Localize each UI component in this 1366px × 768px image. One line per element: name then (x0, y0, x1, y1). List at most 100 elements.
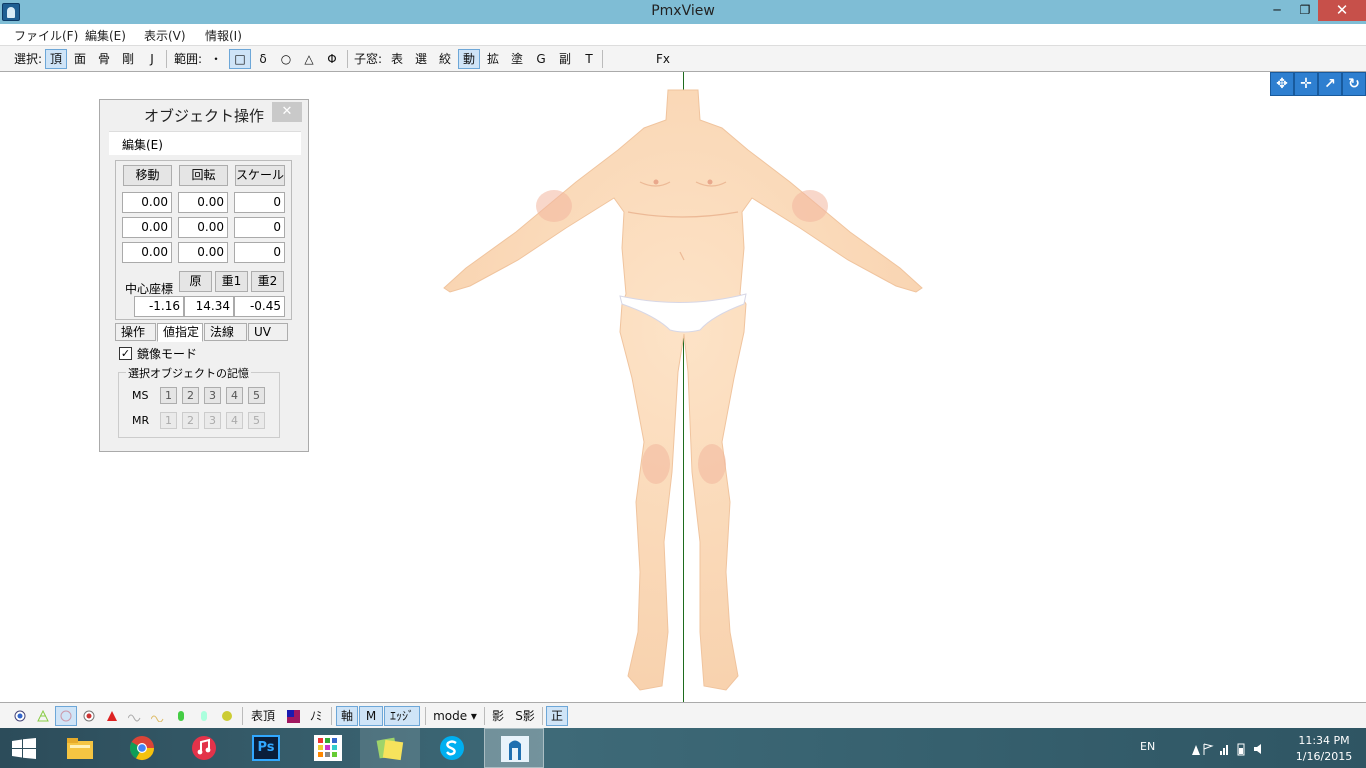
ms-slot-1[interactable]: 1 (160, 387, 177, 404)
taskbar-sticky-notes[interactable] (360, 728, 420, 768)
range-box-button[interactable]: □ (229, 49, 251, 69)
show-normal-icon[interactable] (194, 706, 214, 726)
select-face-button[interactable]: 面 (69, 49, 91, 69)
color-swatch-icon[interactable] (283, 706, 303, 726)
center-origin-button[interactable]: 原 (179, 271, 212, 292)
mr-slot-1[interactable]: 1 (160, 412, 177, 429)
center-gravity2-button[interactable]: 重2 (251, 271, 284, 292)
ms-slot-2[interactable]: 2 (182, 387, 199, 404)
mr-slot-2[interactable]: 2 (182, 412, 199, 429)
scale-y-field[interactable]: 0 (234, 217, 285, 238)
input-language[interactable]: EN (1140, 740, 1155, 753)
front-view-button[interactable]: 正 (546, 706, 568, 726)
show-mesh-icon[interactable] (33, 706, 53, 726)
child-t-button[interactable]: T (578, 49, 600, 69)
panel-menu-edit[interactable]: 編集(E) (122, 136, 163, 153)
center-gravity1-button[interactable]: 重1 (215, 271, 248, 292)
move-all-icon[interactable]: ✛ (1294, 72, 1318, 96)
scale-button[interactable]: スケール (235, 165, 285, 186)
tab-operation[interactable]: 操作 (115, 323, 156, 341)
range-delta-button[interactable]: δ (252, 49, 274, 69)
move-y-field[interactable]: 0.00 (122, 217, 172, 238)
child-filter-button[interactable]: 絞 (434, 49, 456, 69)
mr-slot-5[interactable]: 5 (248, 412, 265, 429)
restore-button[interactable]: ❐ (1292, 0, 1318, 21)
self-shadow-toggle-button[interactable]: S影 (512, 706, 538, 726)
range-point-button[interactable]: ・ (205, 49, 227, 69)
material-toggle-button[interactable]: M (359, 706, 383, 726)
start-button[interactable] (0, 728, 50, 768)
child-sub-button[interactable]: 副 (554, 49, 576, 69)
tab-normal[interactable]: 法線 (204, 323, 247, 341)
mirror-mode-checkbox[interactable]: ✓ (119, 347, 132, 360)
show-morph-icon[interactable] (171, 706, 191, 726)
ms-slot-5[interactable]: 5 (248, 387, 265, 404)
move-button[interactable]: 移動 (123, 165, 172, 186)
close-button[interactable]: ✕ (1318, 0, 1366, 21)
show-vertex-icon[interactable] (10, 706, 30, 726)
rotate-button[interactable]: 回転 (179, 165, 228, 186)
system-tray-icons[interactable] (1190, 741, 1270, 760)
show-soft-icon[interactable] (148, 706, 168, 726)
rotate-y-field[interactable]: 0.00 (178, 217, 228, 238)
menu-edit[interactable]: 編集(E) (85, 27, 126, 44)
taskbar-itunes[interactable] (174, 728, 234, 768)
ms-slot-3[interactable]: 3 (204, 387, 221, 404)
child-paint-button[interactable]: 塗 (506, 49, 528, 69)
center-x-field[interactable]: -1.16 (134, 296, 184, 317)
minimize-button[interactable]: ─ (1262, 0, 1292, 21)
range-circle-button[interactable]: ○ (275, 49, 297, 69)
taskbar-file-explorer[interactable] (50, 728, 110, 768)
show-wire-icon[interactable] (55, 706, 77, 726)
tab-value-input[interactable]: 値指定 (157, 323, 203, 342)
select-joint-button[interactable]: J (141, 49, 163, 69)
axis-toggle-button[interactable]: 軸 (336, 706, 358, 726)
show-weight-icon[interactable] (217, 706, 237, 726)
taskbar-photoshop[interactable]: Ps (236, 728, 296, 768)
center-z-field[interactable]: -0.45 (234, 296, 285, 317)
taskbar-pmxview[interactable] (484, 728, 544, 768)
center-y-field[interactable]: 14.34 (184, 296, 234, 317)
mode-dropdown[interactable]: mode ▾ (430, 706, 480, 726)
taskbar-skype[interactable] (422, 728, 482, 768)
taskbar-chrome[interactable] (112, 728, 172, 768)
child-expand-button[interactable]: 拡 (482, 49, 504, 69)
rotate-x-field[interactable]: 0.00 (178, 192, 228, 213)
range-phi-button[interactable]: Φ (321, 49, 343, 69)
child-table-button[interactable]: 表 (386, 49, 408, 69)
move-x-field[interactable]: 0.00 (122, 192, 172, 213)
menu-info[interactable]: 情報(I) (205, 27, 242, 44)
show-rigid-icon[interactable] (102, 706, 122, 726)
menu-file[interactable]: ファイル(F) (14, 27, 78, 44)
select-rigid-button[interactable]: 剛 (117, 49, 139, 69)
child-move-button[interactable]: 動 (458, 49, 480, 69)
fx-button[interactable]: Fx (653, 49, 673, 69)
taskbar-apps[interactable] (298, 728, 358, 768)
edge-toggle-button[interactable]: ｴｯｼﾞ (384, 706, 420, 726)
show-bone-icon[interactable] (79, 706, 99, 726)
scale-x-field[interactable]: 0 (234, 192, 285, 213)
mr-slot-4[interactable]: 4 (226, 412, 243, 429)
scale-z-field[interactable]: 0 (234, 242, 285, 263)
menu-view[interactable]: 表示(V) (144, 27, 186, 44)
rotate-z-field[interactable]: 0.00 (178, 242, 228, 263)
tab-uv[interactable]: UV (248, 323, 288, 341)
rotate-icon[interactable]: ↻ (1342, 72, 1366, 96)
child-g-button[interactable]: G (530, 49, 552, 69)
select-bone-button[interactable]: 骨 (93, 49, 115, 69)
panel-close-button[interactable]: ✕ (272, 102, 302, 122)
mr-slot-3[interactable]: 3 (204, 412, 221, 429)
move-xy-icon[interactable]: ✥ (1270, 72, 1294, 96)
show-joint-icon[interactable] (125, 706, 145, 726)
range-triangle-button[interactable]: △ (298, 49, 320, 69)
mr-label: MR (132, 414, 150, 427)
zoom-icon[interactable]: ↗ (1318, 72, 1342, 96)
nomi-button[interactable]: ﾉﾐ (305, 706, 327, 726)
move-z-field[interactable]: 0.00 (122, 242, 172, 263)
select-vertex-button[interactable]: 頂 (45, 49, 67, 69)
shadow-toggle-button[interactable]: 影 (488, 706, 508, 726)
ms-slot-4[interactable]: 4 (226, 387, 243, 404)
clock[interactable]: 11:34 PM 1/16/2015 (1290, 733, 1358, 765)
child-select-button[interactable]: 選 (410, 49, 432, 69)
vertex-display-button[interactable]: 表頂 (247, 706, 279, 726)
